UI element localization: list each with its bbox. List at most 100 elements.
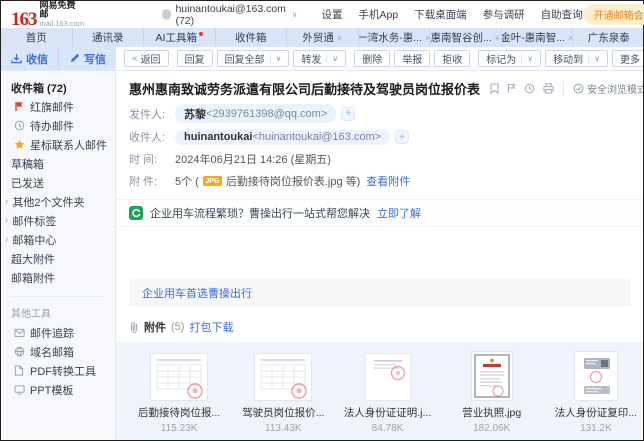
tab-foreign-trade[interactable]: 外贸通× xyxy=(287,28,359,47)
attachment-count: 5个 ( xyxy=(175,173,199,189)
nav-desktop-client[interactable]: 下载桌面端 xyxy=(414,7,467,22)
schedule-icon[interactable] xyxy=(524,83,535,94)
mail-time: 2024年06月21日 14:26 (星期五) xyxy=(175,151,331,167)
body-ad-strip: 企业用车首选曹操出行 xyxy=(129,279,631,307)
tab-home[interactable]: 首页 xyxy=(1,28,73,47)
safe-browse-mode-toggle[interactable]: 安全浏览模式 ∨ xyxy=(563,81,643,96)
attachment-item[interactable]: 法人身份证证明.j... 84.78K xyxy=(340,352,434,434)
tab-contacts[interactable]: 通讯录 xyxy=(73,28,145,47)
bookmark-icon[interactable] xyxy=(490,83,499,94)
top-header: 163 网易免费邮 mail.163.com huinantoukai@163.… xyxy=(1,1,643,28)
chevron-down-icon: ∨ xyxy=(292,10,298,19)
member-upgrade-button[interactable]: 开通邮箱会员 618 xyxy=(583,4,644,25)
toolbar: 收信 写信 «返回 回复 回复全部∨ 转发∨ 删除 举报 拒收 标记为∨ 移动到… xyxy=(1,47,643,71)
sidebar-item-domain-mail[interactable]: 域名邮箱 xyxy=(1,342,115,361)
chevron-down-icon[interactable]: ∨ xyxy=(326,54,338,63)
attachment-size: 115.23K xyxy=(132,423,226,434)
sidebar-item-mail-attachments[interactable]: 邮箱附件 xyxy=(1,268,115,287)
chevron-down-icon[interactable]: ∨ xyxy=(521,54,533,63)
view-attachments-link[interactable]: 查看附件 xyxy=(366,173,410,189)
attachments-panel: 后勤接待岗位报... 115.23K 驾驶员岗位报价... 113.43K 法人… xyxy=(116,342,643,440)
reply-all-button[interactable]: 回复全部∨ xyxy=(217,50,290,67)
avatar xyxy=(162,9,171,20)
flag-icon[interactable] xyxy=(507,83,516,94)
mail-body xyxy=(129,227,633,279)
mark-as-button[interactable]: 标记为∨ xyxy=(478,50,541,67)
attachment-name: 后勤接待岗位报... xyxy=(132,405,226,420)
sidebar-item-other-folders[interactable]: ›其他2个文件夹 xyxy=(1,192,115,211)
sidebar-item-flagged[interactable]: 红旗邮件 xyxy=(1,97,115,116)
print-icon[interactable] xyxy=(543,83,554,94)
ad-banner-link[interactable]: 立即了解 xyxy=(377,205,421,221)
ad-banner[interactable]: 企业用车流程繁琐？曹操出行一站式帮您解决 立即了解 xyxy=(116,199,643,227)
sidebar-item-todo[interactable]: 待办邮件 xyxy=(1,116,115,135)
nav-survey[interactable]: 参与调研 xyxy=(483,7,525,22)
close-icon[interactable]: × xyxy=(495,33,500,43)
envelope-icon xyxy=(13,327,25,339)
sender-contact-pill[interactable]: 苏黎<2939761398@qq.com> xyxy=(175,104,336,123)
forward-button[interactable]: 转发∨ xyxy=(293,50,346,67)
download-all-link[interactable]: 打包下载 xyxy=(189,319,233,335)
nav-settings[interactable]: 设置 xyxy=(321,7,342,22)
tab-mail-4[interactable]: 广东泉泰 xyxy=(573,28,643,47)
ppt-icon xyxy=(13,384,25,396)
receive-mail-button[interactable]: 收信 xyxy=(1,47,59,70)
sidebar-item-mail-tracking[interactable]: 邮件追踪 xyxy=(1,323,115,342)
add-contact-button[interactable]: + xyxy=(395,130,409,144)
move-to-button[interactable]: 移动到∨ xyxy=(545,50,608,67)
attachment-name: 营业执照.jpg xyxy=(445,405,539,420)
sidebar-item-ppt-templates[interactable]: PPT模板 xyxy=(1,380,115,399)
attachment-item[interactable]: 法人身份证复印... 131.2K xyxy=(549,352,643,434)
sidebar-item-sent[interactable]: 已发送 xyxy=(1,173,115,192)
delete-button[interactable]: 删除 xyxy=(354,50,390,67)
sidebar-item-mail-center[interactable]: ›邮箱中心 xyxy=(1,230,115,249)
ad-banner-text: 企业用车流程繁琐？曹操出行一站式帮您解决 xyxy=(150,205,370,221)
jpg-file-icon: JPG xyxy=(203,176,222,186)
tab-ai-toolbox[interactable]: AI工具箱 xyxy=(144,28,216,47)
report-button[interactable]: 举报 xyxy=(394,50,430,67)
more-button[interactable]: 更多∨ xyxy=(612,50,643,67)
attachment-item[interactable]: 驾驶员岗位报价... 113.43K xyxy=(236,352,330,434)
attachment-item[interactable]: 后勤接待岗位报... 115.23K xyxy=(132,352,226,434)
tab-mail-3[interactable]: 金叶-惠南智...× xyxy=(502,28,574,47)
recipient-contact-pill[interactable]: huinantoukai<huinantoukai@163.com> xyxy=(175,130,390,145)
tab-mail-1[interactable]: 一湾水务-惠...× xyxy=(359,28,431,47)
back-button[interactable]: «返回 xyxy=(124,50,169,67)
paperclip-icon xyxy=(129,321,139,333)
attachment-item[interactable]: 营业执照.jpg 182.06K xyxy=(445,352,539,434)
close-icon[interactable]: × xyxy=(337,33,342,43)
folder-sidebar: 收件箱 (72) 红旗邮件 待办邮件 星标联系人邮件 草稿箱 已发送 ›其他2个… xyxy=(1,71,116,440)
sidebar-item-starred-contacts[interactable]: 星标联系人邮件 xyxy=(1,135,115,154)
chevron-down-icon[interactable]: ∨ xyxy=(588,54,600,63)
tab-mail-2[interactable]: 惠南智谷创...× xyxy=(430,28,502,47)
red-flag-icon xyxy=(13,101,25,113)
163-logo[interactable]: 163 网易免费邮 mail.163.com xyxy=(11,1,84,28)
mail-actions: «返回 回复 回复全部∨ 转发∨ 删除 举报 拒收 标记为∨ 移动到∨ 更多∨ xyxy=(116,47,643,70)
nav-mobile-app[interactable]: 手机App xyxy=(358,7,398,22)
sidebar-item-drafts[interactable]: 草稿箱 xyxy=(1,154,115,173)
add-contact-button[interactable]: + xyxy=(341,107,355,121)
other-tools-header: 其他工具 xyxy=(1,297,115,323)
attachment-thumbnail xyxy=(549,352,643,400)
write-mail-button[interactable]: 写信 xyxy=(59,47,116,70)
reject-button[interactable]: 拒收 xyxy=(434,50,470,67)
reply-button[interactable]: 回复 xyxy=(177,50,213,67)
chevron-right-icon: › xyxy=(5,196,8,207)
first-attachment-name[interactable]: 后勤接待岗位报价表.jpg xyxy=(226,173,343,189)
top-nav: 设置 手机App 下载桌面端 参与调研 自助查询 xyxy=(321,7,582,22)
account-menu[interactable]: huinantoukai@163.com (72) ∨ xyxy=(162,3,297,27)
to-label: 收件人: xyxy=(129,129,175,145)
tab-inbox[interactable]: 收件箱 xyxy=(216,28,288,47)
chevron-down-icon[interactable]: ∨ xyxy=(270,54,282,63)
sidebar-item-inbox[interactable]: 收件箱 (72) xyxy=(1,78,115,97)
clock-icon xyxy=(13,120,25,132)
nav-self-service[interactable]: 自助查询 xyxy=(541,7,583,22)
sidebar-item-labels[interactable]: ›邮件标签 xyxy=(1,211,115,230)
sidebar-item-pdf-tool[interactable]: PDF转换工具 xyxy=(1,361,115,380)
body-ad-link[interactable]: 企业用车首选曹操出行 xyxy=(142,288,252,300)
pdf-document-icon xyxy=(13,365,25,377)
sidebar-item-big-attachments[interactable]: 超大附件 xyxy=(1,249,115,268)
mail-reading-pane: 惠州惠南致诚劳务派遣有限公司后勤接待及驾驶员岗位报价表 安全浏览模式 ∨ 发件人… xyxy=(116,71,643,440)
chevron-right-icon: › xyxy=(5,234,8,245)
logo-domain: mail.163.com xyxy=(40,20,85,28)
